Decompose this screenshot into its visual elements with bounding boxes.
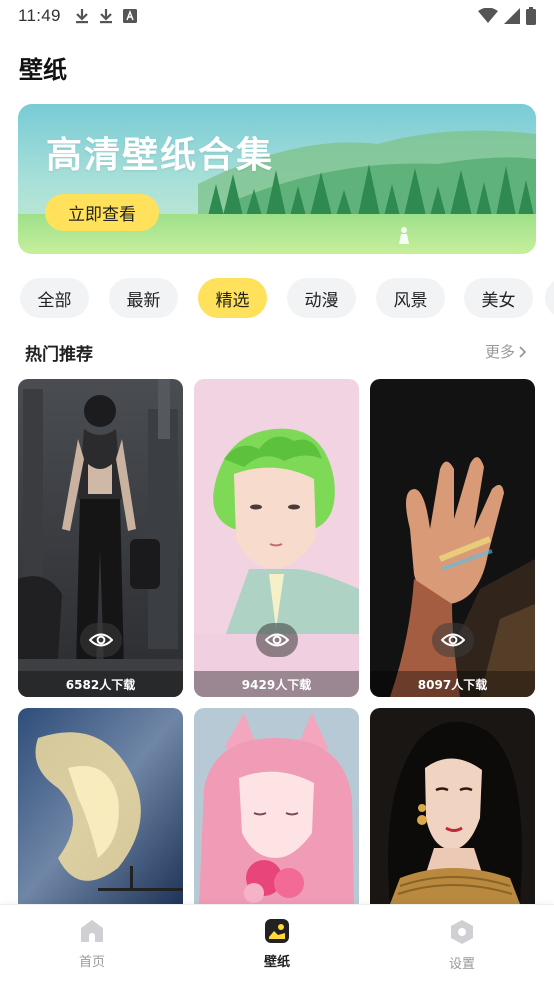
- system-icons: [478, 7, 536, 25]
- wallpaper-image-clouds: [18, 708, 183, 904]
- wallpaper-card[interactable]: 8097人下载: [370, 379, 535, 697]
- wallpaper-card[interactable]: [18, 708, 183, 904]
- section-title: 热门推荐: [25, 345, 93, 365]
- wallpaper-image-fox-girl: [194, 708, 359, 904]
- status-bar: 11:49: [0, 0, 554, 32]
- wallpaper-card[interactable]: 6582人下载: [18, 379, 183, 697]
- text-a-icon: [122, 9, 137, 23]
- settings-icon: [451, 920, 473, 944]
- nav-wallpaper-label: 壁纸: [263, 955, 290, 970]
- preview-button[interactable]: [80, 623, 122, 657]
- bottom-nav: 首页 壁纸 设置: [0, 904, 554, 984]
- download-count: 6582人下载: [18, 671, 183, 697]
- tab-anime[interactable]: 动漫: [287, 278, 356, 318]
- home-icon: [81, 920, 103, 942]
- signal-icon: [504, 8, 520, 24]
- preview-button[interactable]: [256, 623, 298, 657]
- promo-banner[interactable]: 高清壁纸合集 立即查看: [18, 104, 536, 254]
- banner-title: 高清壁纸合集: [46, 135, 275, 176]
- view-now-button[interactable]: 立即查看: [45, 194, 159, 231]
- wallpaper-card[interactable]: [370, 708, 535, 904]
- nav-settings[interactable]: 设置: [422, 919, 502, 972]
- nav-settings-label: 设置: [448, 957, 475, 972]
- download-icon: [75, 9, 88, 24]
- notification-icons: [75, 8, 137, 24]
- wallpaper-card[interactable]: [194, 708, 359, 904]
- tab-more-partial[interactable]: [545, 278, 554, 318]
- tab-latest[interactable]: 最新: [109, 278, 178, 318]
- download-count: 9429人下载: [194, 671, 359, 697]
- page-title: 壁纸: [19, 56, 67, 84]
- download-count: 8097人下载: [370, 671, 535, 697]
- wifi-icon: [478, 8, 498, 23]
- tab-featured[interactable]: 精选: [198, 278, 267, 318]
- status-time: 11:49: [18, 6, 61, 25]
- eye-icon: [441, 633, 465, 647]
- preview-button[interactable]: [432, 623, 474, 657]
- category-tabs: 全部 最新 精选 动漫 风景 美女: [0, 278, 554, 318]
- wallpaper-image-portrait: [370, 708, 535, 904]
- download-icon: [99, 9, 112, 24]
- wallpaper-card[interactable]: 9429人下载: [194, 379, 359, 697]
- more-label: 更多: [485, 343, 516, 361]
- eye-icon: [265, 633, 289, 647]
- tab-all[interactable]: 全部: [20, 278, 89, 318]
- nav-home[interactable]: 首页: [52, 919, 132, 970]
- eye-icon: [89, 633, 113, 647]
- tab-beauty[interactable]: 美女: [464, 278, 533, 318]
- nav-home-label: 首页: [78, 955, 105, 970]
- more-link[interactable]: 更多: [485, 341, 527, 362]
- battery-icon: [526, 7, 536, 25]
- chevron-right-icon: [519, 345, 527, 358]
- wallpaper-icon: [265, 919, 289, 943]
- tab-scenery[interactable]: 风景: [376, 278, 445, 318]
- nav-wallpaper[interactable]: 壁纸: [237, 919, 317, 970]
